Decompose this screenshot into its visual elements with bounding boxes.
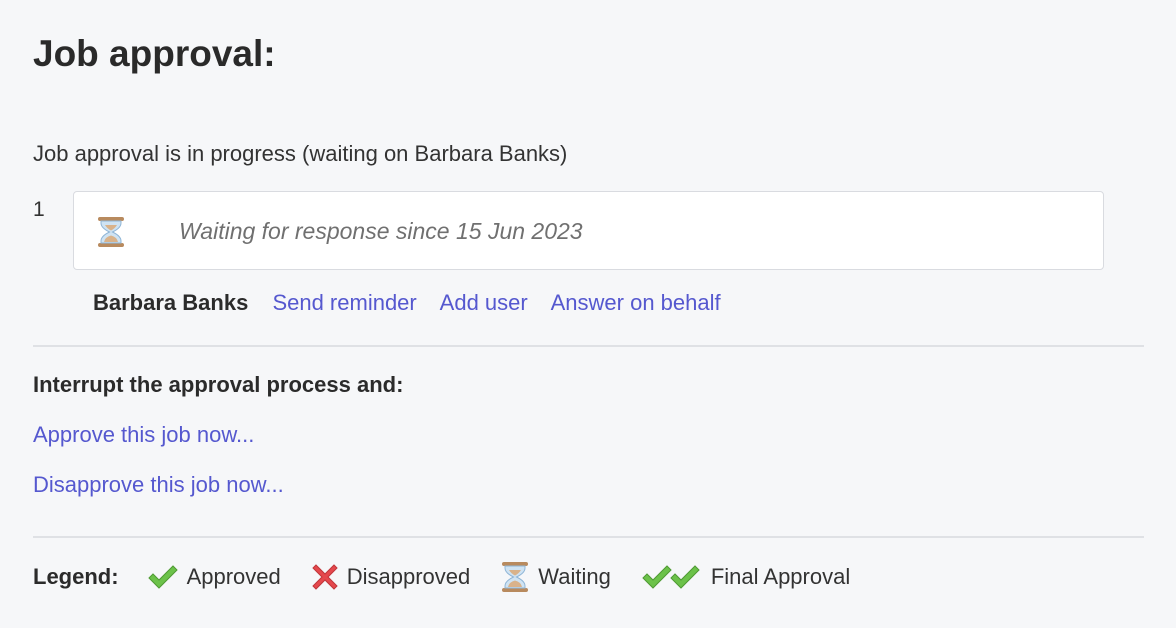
legend-item-label: Disapproved — [346, 564, 471, 589]
hourglass-icon — [96, 216, 126, 253]
page-title: Job approval: — [33, 33, 276, 74]
approver-name: Barbara Banks — [93, 290, 249, 315]
legend-item-label: Waiting — [538, 564, 611, 589]
hourglass-icon — [502, 562, 529, 592]
disapprove-job-link[interactable]: Disapprove this job now... — [33, 471, 284, 499]
legend-item-disapproved: Disapproved — [311, 563, 471, 591]
section-divider — [33, 345, 1144, 347]
approval-status-text: Job approval is in progress (waiting on … — [33, 141, 568, 166]
legend-item-label: Final Approval — [710, 564, 851, 589]
add-user-link[interactable]: Add user — [440, 290, 528, 315]
double-check-icon — [642, 565, 700, 589]
waiting-status-text: Waiting for response since 15 Jun 2023 — [179, 218, 583, 244]
approval-step-card: Waiting for response since 15 Jun 2023 — [73, 191, 1104, 270]
legend-item-label: Approved — [186, 564, 281, 589]
answer-on-behalf-link[interactable]: Answer on behalf — [551, 290, 721, 315]
send-reminder-link[interactable]: Send reminder — [272, 290, 416, 315]
legend: Legend: Approved Disapproved Waiting Fin… — [33, 560, 880, 594]
step-actions: Barbara Banks Send reminder Add user Ans… — [93, 288, 739, 318]
legend-item-approved: Approved — [147, 563, 281, 591]
legend-label: Legend: — [33, 564, 119, 589]
legend-divider — [33, 536, 1144, 538]
cross-icon — [312, 564, 338, 590]
legend-item-final-approval: Final Approval — [641, 563, 850, 591]
interrupt-heading: Interrupt the approval process and: — [33, 372, 404, 397]
approve-job-link[interactable]: Approve this job now... — [33, 421, 254, 449]
legend-item-waiting: Waiting — [500, 561, 611, 593]
step-number: 1 — [33, 198, 45, 221]
check-icon — [147, 565, 178, 589]
